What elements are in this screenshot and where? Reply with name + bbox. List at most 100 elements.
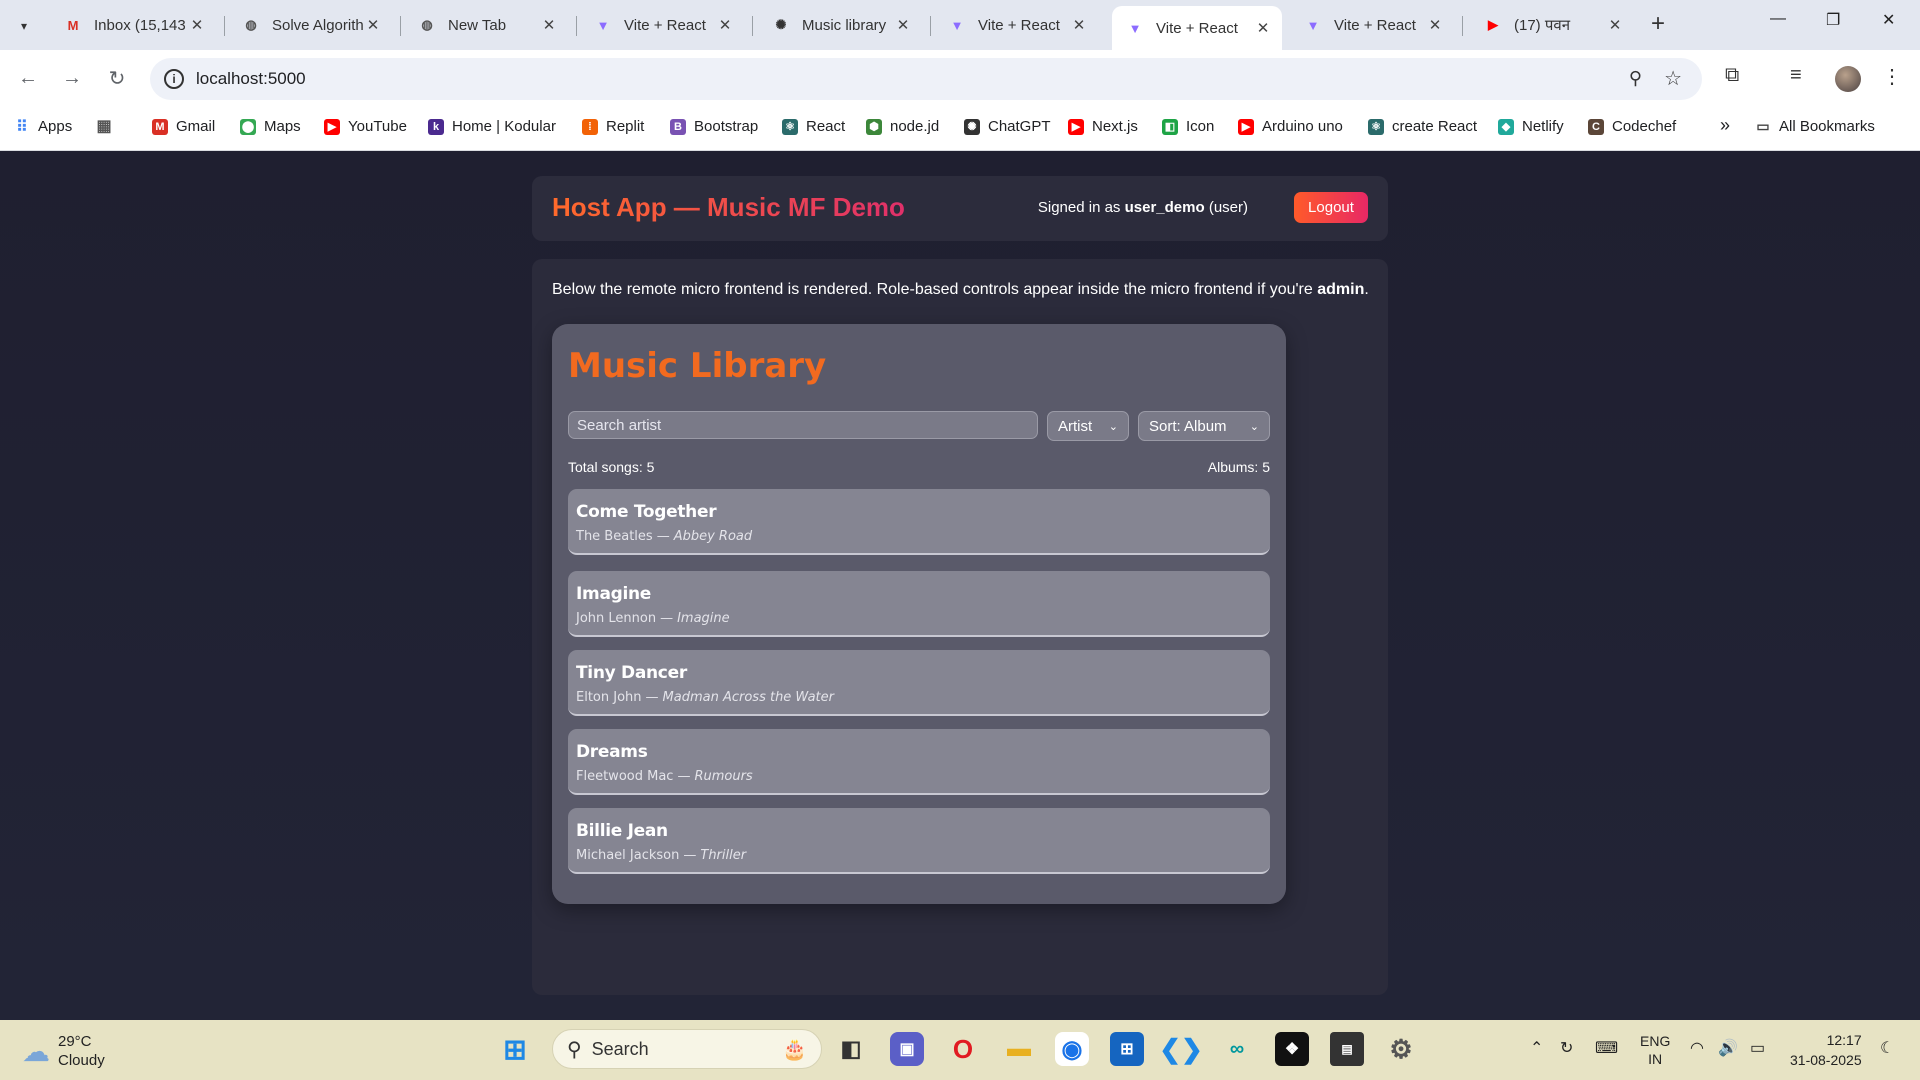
close-tab-icon[interactable]: ✕ xyxy=(1606,16,1624,34)
bookmark-star-icon[interactable]: ☆ xyxy=(1664,66,1682,91)
close-tab-icon[interactable]: ✕ xyxy=(188,16,206,34)
bookmark-bootstrap[interactable]: B Bootstrap xyxy=(670,118,758,135)
tab-7[interactable]: ▼ Vite + React ✕ xyxy=(1112,6,1282,50)
close-tab-icon[interactable]: ✕ xyxy=(716,16,734,34)
region-code: IN xyxy=(1648,1051,1663,1067)
tab-title: Solve Algorith xyxy=(272,16,364,34)
volume-icon[interactable]: 🔊 xyxy=(1718,1038,1738,1058)
restore-icon[interactable]: ❐ xyxy=(1826,10,1840,30)
wifi-icon[interactable]: ◠ xyxy=(1690,1038,1704,1058)
url-text[interactable]: localhost:5000 xyxy=(196,69,306,89)
close-tab-icon[interactable]: ✕ xyxy=(894,16,912,34)
arduino-icon[interactable]: ∞ xyxy=(1220,1032,1254,1066)
song-card[interactable]: Imagine John Lennon — Imagine xyxy=(568,571,1270,637)
tab-9[interactable]: ▶ (17) पवन ✕ xyxy=(1470,8,1634,42)
bookmark-chatgpt[interactable]: ✺ ChatGPT xyxy=(964,118,1051,135)
tab-separator xyxy=(1462,16,1463,36)
bookmark-grid[interactable]: ▦ xyxy=(96,118,120,135)
tab-6[interactable]: ▼ Vite + React ✕ xyxy=(934,8,1098,42)
bookmark-youtube[interactable]: ▶ YouTube xyxy=(324,118,407,135)
sync-icon[interactable]: ↻ xyxy=(1560,1038,1573,1058)
chevron-up-icon[interactable]: ⌃ xyxy=(1530,1038,1543,1058)
more-bookmarks-button[interactable]: » xyxy=(1720,115,1730,136)
tab-3[interactable]: ◍ New Tab ✕ xyxy=(404,8,568,42)
media-control-icon[interactable]: ≡ xyxy=(1790,64,1802,87)
bookmark-next-js[interactable]: ▶ Next.js xyxy=(1068,118,1138,135)
figma-icon[interactable]: ❖ xyxy=(1275,1032,1309,1066)
notification-moon-icon[interactable]: ☾ xyxy=(1880,1038,1894,1058)
clock-time: 12:17 xyxy=(1826,1032,1862,1048)
tab-separator xyxy=(576,16,577,36)
bookmark-maps[interactable]: ⬤ Maps xyxy=(240,118,301,135)
close-tab-icon[interactable]: ✕ xyxy=(364,16,382,34)
reload-icon[interactable]: ↻ xyxy=(101,62,133,94)
close-window-icon[interactable]: ✕ xyxy=(1882,10,1895,30)
tab-search-chevron-icon[interactable]: ▾ xyxy=(10,12,38,40)
profile-avatar[interactable] xyxy=(1835,66,1861,92)
tab-4[interactable]: ▼ Vite + React ✕ xyxy=(580,8,744,42)
chrome-icon[interactable]: ◉ xyxy=(1055,1032,1089,1066)
all-bookmarks-button[interactable]: ▭ All Bookmarks xyxy=(1755,118,1874,135)
task-view-icon[interactable]: ◧ xyxy=(834,1032,868,1066)
bookmark-icon[interactable]: ◧ Icon xyxy=(1162,118,1214,135)
group-by-select[interactable]: Artist ⌄ xyxy=(1047,411,1129,441)
song-card[interactable]: Dreams Fleetwood Mac — Rumours xyxy=(568,729,1270,795)
windows-start-icon[interactable]: ⊞ xyxy=(498,1032,532,1066)
close-tab-icon[interactable]: ✕ xyxy=(1426,16,1444,34)
close-tab-icon[interactable]: ✕ xyxy=(1070,16,1088,34)
sort-select[interactable]: Sort: Album ⌄ xyxy=(1138,411,1270,441)
language-indicator[interactable]: ENG IN xyxy=(1640,1032,1670,1068)
browser-tab-bar: ▾ M Inbox (15,143 ✕ ◍ Solve Algorith ✕ ◍ New Ta… xyxy=(0,0,1920,50)
song-card[interactable]: Tiny Dancer Elton John — Madman Across the … xyxy=(568,650,1270,716)
back-icon[interactable]: ← xyxy=(12,62,44,94)
bookmark-arduino-uno[interactable]: ▶ Arduino uno xyxy=(1238,118,1343,135)
extensions-icon[interactable]: ⧉ xyxy=(1725,64,1739,87)
tab-2[interactable]: ◍ Solve Algorith ✕ xyxy=(228,8,392,42)
tab-1[interactable]: M Inbox (15,143 ✕ xyxy=(50,8,216,42)
logout-button[interactable]: Logout xyxy=(1294,192,1368,223)
vscode-icon[interactable]: ❮❯ xyxy=(1159,1032,1203,1066)
zoom-icon[interactable]: ⚲ xyxy=(1629,68,1642,89)
bookmark-replit[interactable]: ⁞ Replit xyxy=(582,118,644,135)
song-album: Madman Across the Water xyxy=(662,690,834,705)
bookmark-codechef[interactable]: C Codechef xyxy=(1588,118,1676,135)
keyboard-icon[interactable]: ⌨ xyxy=(1595,1038,1618,1058)
song-artist: Fleetwood Mac xyxy=(576,769,674,784)
new-tab-button[interactable]: + xyxy=(1651,10,1665,38)
bookmark-gmail[interactable]: M Gmail xyxy=(152,118,215,135)
song-card[interactable]: Come Together The Beatles — Abbey Road xyxy=(568,489,1270,555)
site-info-icon[interactable]: i xyxy=(164,69,184,89)
app-icon[interactable]: ▤ xyxy=(1330,1032,1364,1066)
song-meta: The Beatles — Abbey Road xyxy=(576,529,752,544)
bookmark-create-react[interactable]: ⚛ create React xyxy=(1368,118,1477,135)
teams-icon[interactable]: ▣ xyxy=(890,1032,924,1066)
globe-icon: ◍ xyxy=(245,17,257,32)
minimize-icon[interactable]: — xyxy=(1770,10,1786,28)
opera-icon[interactable]: O xyxy=(946,1032,980,1066)
song-card[interactable]: Billie Jean Michael Jackson — Thriller xyxy=(568,808,1270,874)
tab-8[interactable]: ▼ Vite + React ✕ xyxy=(1290,8,1454,42)
song-album: Rumours xyxy=(694,769,753,784)
tab-5[interactable]: ✺ Music library ✕ xyxy=(758,8,922,42)
close-tab-icon[interactable]: ✕ xyxy=(540,16,558,34)
address-bar[interactable]: i localhost:5000 ⚲ ☆ xyxy=(150,58,1702,100)
bookmark-node-jd[interactable]: ⬢ node.jd xyxy=(866,118,939,135)
bookmark-label: Gmail xyxy=(176,118,216,135)
forward-icon[interactable]: → xyxy=(56,62,88,94)
store-icon[interactable]: ⊞ xyxy=(1110,1032,1144,1066)
bookmark-react[interactable]: ⚛ React xyxy=(782,118,845,135)
close-tab-icon[interactable]: ✕ xyxy=(1254,19,1272,37)
menu-kebab-icon[interactable]: ⋮ xyxy=(1882,64,1902,89)
taskbar-search[interactable]: ⚲ Search 🎂 xyxy=(552,1029,822,1069)
bookmark-netlify[interactable]: ◆ Netlify xyxy=(1498,118,1564,135)
youtube-icon: ▶ xyxy=(1068,118,1084,135)
bookmark-home-kodular[interactable]: k Home | Kodular xyxy=(428,118,556,135)
system-clock[interactable]: 12:17 31-08-2025 xyxy=(1790,1030,1862,1070)
settings-icon[interactable]: ⚙ xyxy=(1384,1032,1418,1066)
battery-icon[interactable]: ▭ xyxy=(1750,1038,1765,1058)
weather-widget[interactable]: ☁ 29°C Cloudy xyxy=(22,1032,105,1070)
search-artist-input[interactable] xyxy=(568,411,1038,439)
file-explorer-icon[interactable]: ▬ xyxy=(1002,1032,1036,1066)
replit-icon: ⁞ xyxy=(582,118,598,135)
bookmark-apps[interactable]: ⠿ Apps xyxy=(14,118,72,136)
